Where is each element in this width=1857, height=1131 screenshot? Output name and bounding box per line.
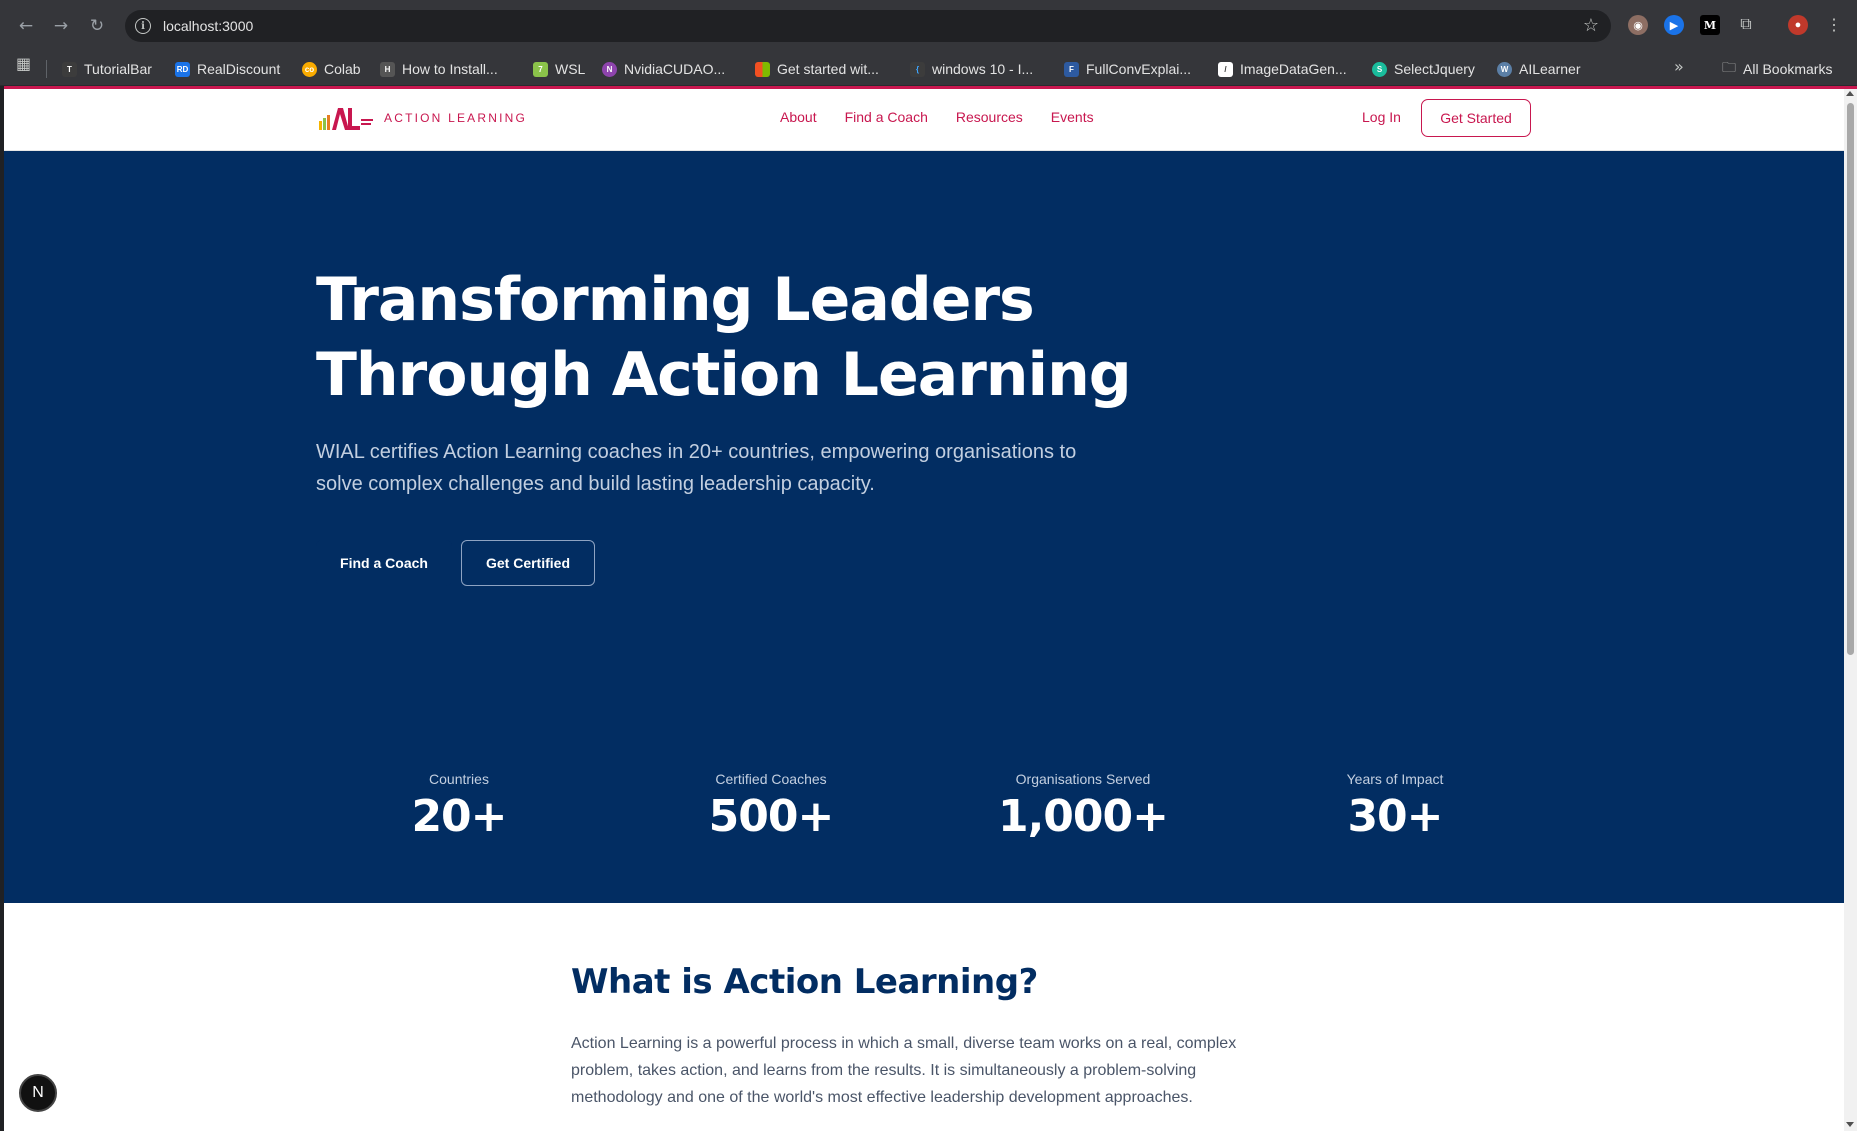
fullconv-icon: F	[1064, 61, 1079, 77]
bookmark-item[interactable]: co Colab	[302, 59, 361, 79]
medium-extension-icon[interactable]: M	[1700, 15, 1720, 35]
bookmark-item[interactable]: F FullConvExplai...	[1064, 59, 1191, 79]
more-bookmarks-icon[interactable]: »	[1674, 57, 1684, 76]
stat-label: Certified Coaches	[715, 771, 827, 787]
browser-toolbar: ← → ↻ i localhost:3000 ☆ ◉ ▶ M ⧉ ● ⋮	[0, 0, 1857, 51]
stat-value: 20+	[411, 791, 507, 842]
stat-countries: Countries 20+	[339, 771, 579, 842]
get-started-button[interactable]: Get Started	[1421, 99, 1531, 137]
stat-value: 1,000+	[997, 791, 1169, 842]
microsoft-icon	[755, 61, 770, 77]
forward-icon[interactable]: →	[49, 14, 73, 38]
stackoverflow-icon: {	[910, 61, 925, 77]
all-bookmarks-button[interactable]: 🗀 All Bookmarks	[1722, 59, 1832, 79]
chart-icon: /	[1218, 61, 1233, 77]
scroll-thumb[interactable]	[1847, 103, 1854, 655]
bookmark-item[interactable]: S SelectJquery	[1372, 59, 1475, 79]
stat-value: 500+	[708, 791, 835, 842]
get-certified-button[interactable]: Get Certified	[461, 540, 595, 586]
nvidia-icon: N	[602, 61, 617, 77]
hero-title: Transforming Leaders Through Action Lear…	[316, 263, 1216, 413]
wordpress-icon: W	[1497, 61, 1512, 77]
hero-title-line-2: Through Action Learning	[316, 340, 1132, 410]
url-text[interactable]: localhost:3000	[163, 18, 253, 34]
colab-icon: co	[302, 61, 317, 77]
nav-resources[interactable]: Resources	[956, 109, 1023, 125]
action-learning-logo-icon	[319, 108, 373, 130]
main-nav: About Find a Coach Resources Events	[780, 109, 1122, 125]
stat-label: Countries	[429, 771, 489, 787]
address-bar[interactable]: i localhost:3000 ☆	[125, 10, 1611, 42]
folder-icon: 🗀	[1722, 59, 1736, 75]
stat-organisations-served: Organisations Served 1,000+	[963, 771, 1203, 842]
bookmarks-bar: ▦ T TutorialBar RD RealDiscount co Colab HH…	[0, 51, 1857, 86]
page-scrollbar[interactable]	[1844, 89, 1857, 1131]
logo-text: ACTION LEARNING	[384, 111, 528, 125]
profile-avatar-icon[interactable]: ●	[1788, 15, 1808, 35]
browser-menu-icon[interactable]: ⋮	[1824, 15, 1844, 35]
bookmark-item[interactable]: T TutorialBar	[62, 59, 152, 79]
wsl-icon: 7	[533, 61, 548, 77]
extension-icon[interactable]: ◉	[1628, 15, 1648, 35]
apps-grid-icon[interactable]: ▦	[16, 54, 31, 73]
what-is-title: What is Action Learning?	[571, 962, 1038, 1002]
bookmark-item[interactable]: RD RealDiscount	[175, 59, 280, 79]
play-extension-icon[interactable]: ▶	[1664, 15, 1684, 35]
bookmarks-divider	[46, 60, 47, 78]
bookmark-item[interactable]: 7 WSL	[533, 59, 585, 79]
what-is-body: Action Learning is a powerful process in…	[571, 1035, 1237, 1106]
stat-certified-coaches: Certified Coaches 500+	[651, 771, 891, 842]
stat-label: Years of Impact	[1346, 771, 1444, 787]
bookmark-item[interactable]: N NvidiaCUDAO...	[602, 59, 725, 79]
selectjquery-icon: S	[1372, 61, 1387, 77]
site-logo[interactable]: ACTION LEARNING	[318, 105, 527, 131]
bookmark-item[interactable]: {windows 10 - I...	[910, 59, 1033, 79]
realdiscount-icon: RD	[175, 61, 190, 77]
nav-events[interactable]: Events	[1051, 109, 1094, 125]
hero-section: Transforming Leaders Through Action Lear…	[4, 151, 1844, 903]
find-a-coach-button[interactable]: Find a Coach	[316, 540, 452, 586]
login-link[interactable]: Log In	[1362, 109, 1401, 125]
reload-icon[interactable]: ↻	[85, 14, 109, 38]
page-viewport: ACTION LEARNING About Find a Coach Resou…	[4, 89, 1844, 1131]
bookmark-item[interactable]: H How to Install...	[380, 59, 498, 79]
nav-find-a-coach[interactable]: Find a Coach	[845, 109, 928, 125]
extensions-puzzle-icon[interactable]: ⧉	[1736, 15, 1756, 35]
bookmark-item[interactable]: Get started wit...	[755, 59, 879, 79]
scroll-up-icon[interactable]	[1846, 91, 1854, 96]
site-header: ACTION LEARNING About Find a Coach Resou…	[4, 89, 1844, 151]
hero-subtitle: WIAL certifies Action Learning coaches i…	[316, 441, 1077, 495]
scroll-down-icon[interactable]	[1846, 1122, 1854, 1127]
bookmark-item[interactable]: W AILearner	[1497, 59, 1580, 79]
bookmark-star-icon[interactable]: ☆	[1583, 15, 1599, 36]
bookmark-item[interactable]: / ImageDataGen...	[1218, 59, 1347, 79]
site-info-icon[interactable]: i	[135, 18, 151, 34]
hero-title-line-1: Transforming Leaders	[316, 265, 1035, 335]
nav-about[interactable]: About	[780, 109, 817, 125]
stat-value: 30+	[1347, 791, 1443, 842]
back-icon[interactable]: ←	[14, 14, 38, 38]
tutorialbar-icon: T	[62, 61, 77, 77]
stat-label: Organisations Served	[1015, 771, 1151, 787]
stat-years-of-impact: Years of Impact 30+	[1275, 771, 1515, 842]
howto-icon: H	[380, 61, 395, 77]
nextjs-dev-badge[interactable]: N	[19, 1074, 57, 1112]
